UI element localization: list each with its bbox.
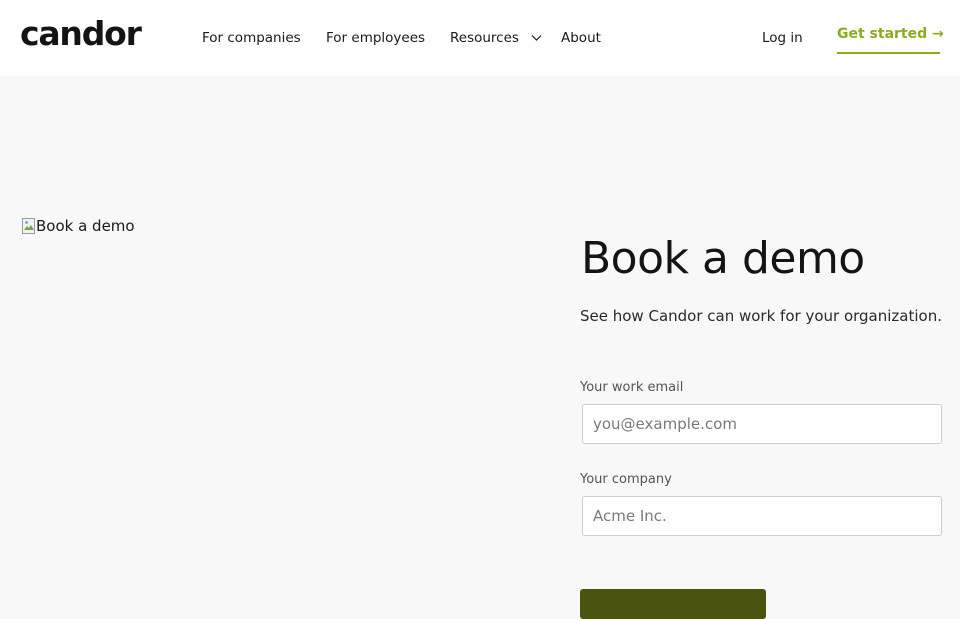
broken-image-icon xyxy=(22,218,35,234)
page-subtitle: See how Candor can work for your organiz… xyxy=(580,307,942,325)
nav-resources[interactable]: Resources xyxy=(450,29,542,47)
site-header: candor For companies For employees Resou… xyxy=(0,0,960,76)
nav-resources-label: Resources xyxy=(450,30,519,46)
nav-for-employees[interactable]: For employees xyxy=(326,29,425,47)
nav-for-companies-label: For companies xyxy=(202,30,301,46)
email-field[interactable] xyxy=(582,404,942,444)
get-started-button[interactable]: Get started → xyxy=(837,25,944,54)
nav-for-employees-label: For employees xyxy=(326,30,426,46)
chevron-down-icon xyxy=(531,35,542,41)
page-title: Book a demo xyxy=(581,233,865,284)
nav-about[interactable]: About xyxy=(561,29,601,47)
submit-button[interactable] xyxy=(580,589,766,619)
email-label: Your work email xyxy=(580,380,684,395)
get-started-label: Get started → xyxy=(837,26,944,42)
login-link[interactable]: Log in xyxy=(762,29,803,47)
candor-logo[interactable]: candor xyxy=(20,14,142,54)
nav-about-label: About xyxy=(561,30,601,46)
nav-for-companies[interactable]: For companies xyxy=(202,29,301,47)
demo-image: Book a demo xyxy=(22,217,135,235)
demo-image-alt-text: Book a demo xyxy=(36,217,135,235)
company-field[interactable] xyxy=(582,496,942,536)
company-label: Your company xyxy=(580,472,672,487)
login-label: Log in xyxy=(762,30,803,46)
